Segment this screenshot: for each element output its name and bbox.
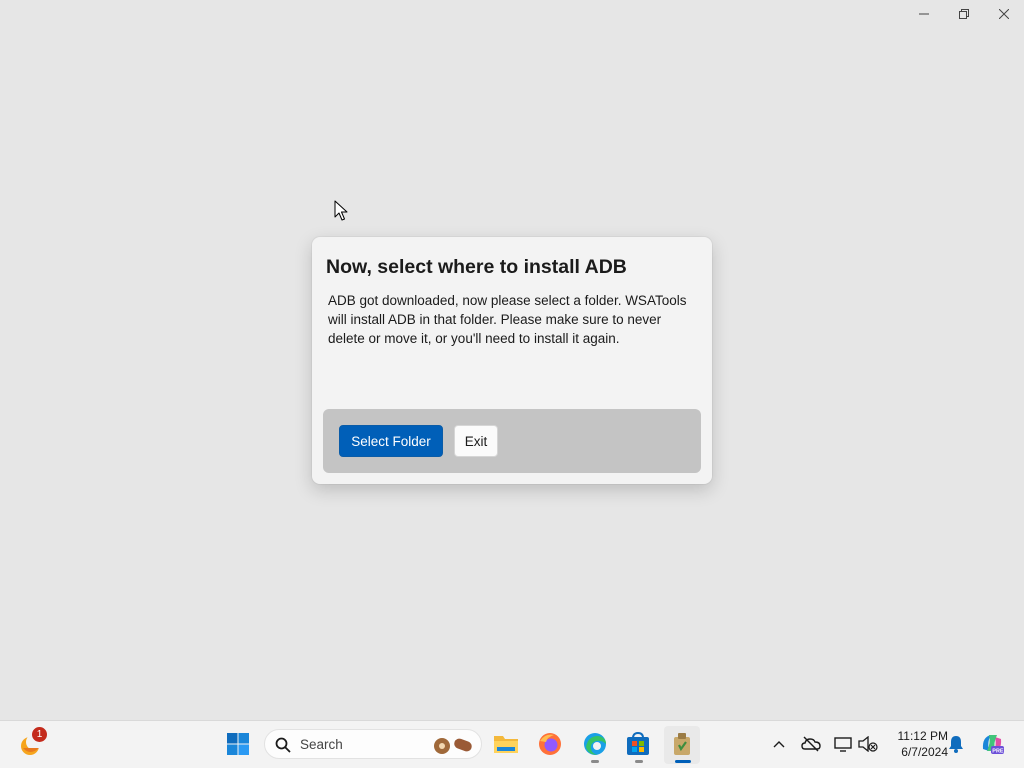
speaker-muted-icon xyxy=(858,736,878,752)
copilot-button[interactable]: PRE xyxy=(976,728,1008,760)
file-explorer-button[interactable] xyxy=(490,728,522,760)
edge-button[interactable] xyxy=(579,728,611,760)
restore-icon xyxy=(959,9,969,19)
wsatools-button[interactable] xyxy=(666,728,698,760)
dialog-message: ADB got downloaded, now please select a … xyxy=(328,293,687,346)
close-icon xyxy=(999,9,1009,19)
taskbar-search[interactable]: Search xyxy=(264,729,482,759)
minimize-icon xyxy=(919,13,929,15)
microsoft-store-button[interactable] xyxy=(622,728,654,760)
volume-button[interactable] xyxy=(852,728,884,760)
install-adb-dialog: Now, select where to install ADB ADB got… xyxy=(312,237,712,484)
notification-badge: 1 xyxy=(32,727,47,742)
wsatools-active-indicator xyxy=(675,760,691,763)
file-explorer-icon xyxy=(494,736,518,753)
window-caption-controls xyxy=(904,0,1024,28)
onedrive-button[interactable] xyxy=(795,728,827,760)
svg-text:PRE: PRE xyxy=(992,748,1004,754)
onedrive-offline-icon xyxy=(801,736,821,752)
edge-running-indicator xyxy=(591,760,599,763)
clock-time: 11:12 PM xyxy=(897,729,948,743)
clock-date: 6/7/2024 xyxy=(901,745,948,759)
taskbar-clock[interactable]: 11:12 PM 6/7/2024 xyxy=(884,728,948,760)
select-folder-button[interactable]: Select Folder xyxy=(339,425,443,457)
start-button[interactable] xyxy=(222,728,254,760)
show-hidden-icons-button[interactable] xyxy=(763,728,795,760)
restore-button[interactable] xyxy=(944,0,984,28)
wsatools-icon xyxy=(674,733,690,755)
minimize-button[interactable] xyxy=(904,0,944,28)
dialog-title: Now, select where to install ADB xyxy=(326,256,627,278)
close-button[interactable] xyxy=(984,0,1024,28)
bell-icon xyxy=(949,736,963,753)
display-icon xyxy=(834,737,852,752)
chevron-up-icon xyxy=(773,741,785,748)
notifications-button[interactable] xyxy=(940,728,972,760)
microsoft-store-icon xyxy=(627,731,649,755)
store-running-indicator xyxy=(635,760,643,763)
copilot-icon: PRE xyxy=(982,735,1004,754)
mouse-cursor-icon xyxy=(334,200,348,221)
edge-icon xyxy=(584,733,606,755)
start-icon xyxy=(227,733,249,755)
search-icon xyxy=(275,737,291,753)
exit-button[interactable]: Exit xyxy=(454,425,498,457)
firefox-icon xyxy=(539,733,561,755)
search-placeholder: Search xyxy=(300,737,343,752)
dialog-button-bar: Select Folder Exit xyxy=(323,409,701,473)
firefox-button[interactable] xyxy=(534,728,566,760)
search-highlight-icon xyxy=(434,738,472,754)
